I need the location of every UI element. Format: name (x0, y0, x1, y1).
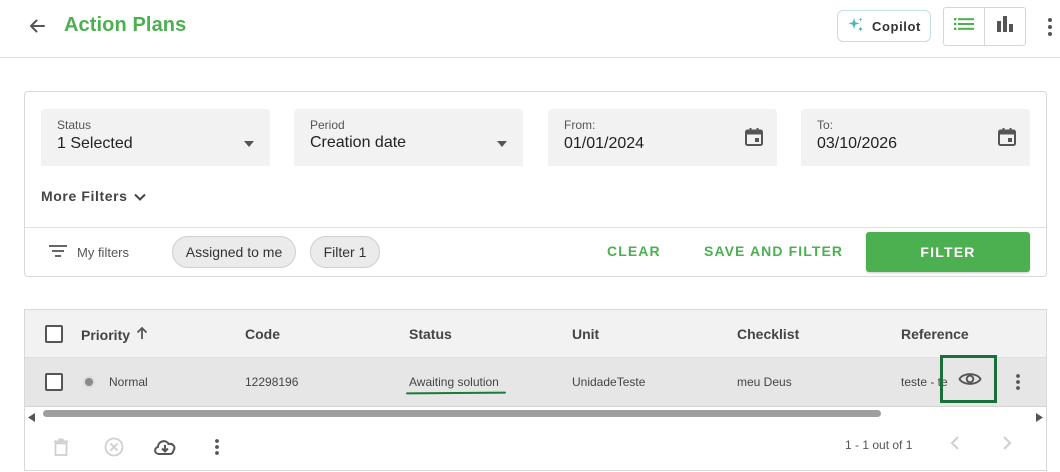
copilot-button[interactable]: Copilot (837, 10, 931, 42)
copilot-label: Copilot (872, 18, 921, 34)
row-more-vert-icon[interactable] (1011, 372, 1025, 392)
eye-icon[interactable] (958, 370, 982, 393)
dropdown-arrow-icon (244, 134, 254, 152)
period-select[interactable]: Period Creation date (294, 109, 523, 166)
chip-filter-1[interactable]: Filter 1 (310, 236, 380, 268)
cloud-download-icon[interactable] (152, 434, 178, 460)
status-label: Status (57, 118, 92, 132)
page-title: Action Plans (64, 14, 187, 36)
status-underline (405, 391, 507, 395)
list-view-button[interactable] (944, 8, 984, 45)
more-filters-toggle[interactable]: More Filters (41, 188, 146, 204)
view-button-highlight[interactable] (940, 355, 997, 403)
to-date-field[interactable]: To: 03/10/2026 (801, 109, 1030, 166)
table-header: Priority Code Status Unit Checklist Refe… (25, 310, 1046, 358)
column-status[interactable]: Status (409, 326, 452, 342)
action-plans-table: Priority Code Status Unit Checklist Refe… (24, 309, 1047, 471)
save-and-filter-button[interactable]: SAVE AND FILTER (704, 243, 843, 259)
cell-status: Awaiting solution (409, 375, 499, 389)
status-value: 1 Selected (57, 135, 133, 152)
my-filters-label: My filters (77, 245, 129, 260)
table-row[interactable]: Normal 12298196 Awaiting solution Unidad… (25, 355, 1046, 407)
cell-checklist: meu Deus (737, 375, 792, 389)
column-priority-label: Priority (81, 326, 131, 343)
bar-chart-icon (996, 15, 1014, 38)
column-unit[interactable]: Unit (572, 326, 599, 342)
previous-page-icon[interactable] (949, 435, 961, 456)
scrollbar-thumb[interactable] (43, 410, 881, 417)
column-checklist[interactable]: Checklist (737, 326, 799, 342)
sparkle-icon (847, 16, 865, 37)
dropdown-arrow-icon (497, 134, 507, 152)
select-all-checkbox[interactable] (45, 325, 63, 343)
my-filters-button[interactable]: My filters (49, 244, 129, 261)
delete-icon[interactable] (48, 434, 74, 460)
to-value: 03/10/2026 (817, 135, 898, 152)
back-arrow-icon[interactable] (24, 13, 50, 39)
filter-button[interactable]: FILTER (866, 232, 1030, 272)
column-code[interactable]: Code (245, 326, 280, 342)
divider (25, 227, 1046, 228)
list-icon (954, 17, 974, 36)
from-label: From: (564, 118, 596, 132)
cancel-circle-icon[interactable] (101, 434, 127, 460)
horizontal-scrollbar[interactable] (25, 407, 1046, 422)
column-priority[interactable]: Priority (81, 326, 148, 343)
calendar-icon[interactable] (744, 127, 764, 152)
app-header: Action Plans Copilot (0, 0, 1060, 58)
cell-code: 12298196 (245, 375, 299, 389)
period-value: Creation date (310, 134, 407, 151)
priority-indicator-icon (83, 376, 95, 388)
from-value: 01/01/2024 (564, 135, 645, 152)
period-label: Period (310, 118, 345, 132)
column-reference[interactable]: Reference (901, 326, 969, 342)
arrow-up-icon (136, 326, 148, 343)
filter-list-icon (49, 244, 67, 261)
next-page-icon[interactable] (1001, 435, 1013, 456)
to-label: To: (817, 118, 834, 132)
cell-unit: UnidadeTeste (572, 375, 646, 389)
chip-assigned-to-me[interactable]: Assigned to me (172, 236, 296, 268)
view-toggle (943, 7, 1026, 46)
pagination-text: 1 - 1 out of 1 (845, 438, 913, 452)
cell-priority: Normal (109, 375, 148, 389)
calendar-icon[interactable] (997, 127, 1017, 152)
chevron-down-icon (133, 188, 146, 204)
more-filters-label: More Filters (41, 188, 128, 204)
clear-button[interactable]: CLEAR (607, 243, 661, 259)
row-checkbox[interactable] (45, 373, 63, 391)
more-vert-icon[interactable] (1040, 14, 1060, 40)
from-date-field[interactable]: From: 01/01/2024 (548, 109, 777, 166)
filter-panel: Status 1 Selected Period Creation date F… (24, 91, 1047, 277)
footer-more-vert-icon[interactable] (204, 434, 230, 460)
chart-view-button[interactable] (984, 8, 1025, 45)
status-select[interactable]: Status 1 Selected (41, 109, 270, 166)
